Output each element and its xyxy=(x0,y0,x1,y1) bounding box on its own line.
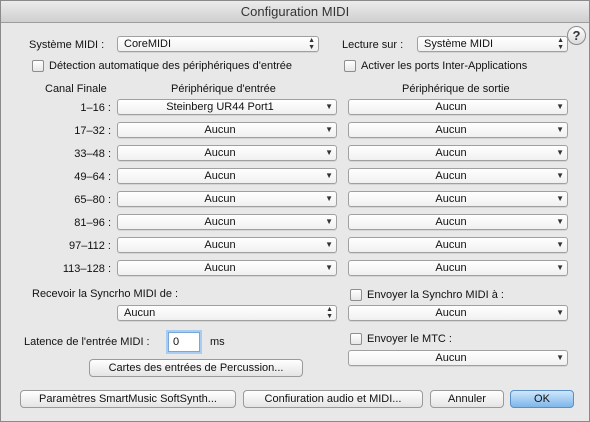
systeme-midi-popup[interactable]: CoreMIDI ▲ ▼ xyxy=(117,36,319,52)
sortie-value: Aucun xyxy=(435,216,467,228)
help-button[interactable]: ? xyxy=(567,26,586,45)
envoyer-sync-popup[interactable]: Aucun ▼ xyxy=(348,305,568,321)
audio-midi-config-button[interactable]: Confiuration audio et MIDI... xyxy=(243,390,423,408)
sortie-popup[interactable]: Aucun ▼ xyxy=(348,214,568,230)
chevron-down-icon: ▼ xyxy=(556,240,564,249)
envoyer-mtc-popup[interactable]: Aucun ▼ xyxy=(348,350,568,366)
entree-value: Aucun xyxy=(204,262,236,274)
chevron-down-icon: ▼ xyxy=(556,263,564,272)
lecture-sur-label: Lecture sur : xyxy=(342,39,404,51)
smartmusic-settings-button[interactable]: Paramètres SmartMusic SoftSynth... xyxy=(20,390,236,408)
lecture-sur-value: Système MIDI xyxy=(424,38,494,50)
chevron-down-icon: ▼ xyxy=(325,125,333,134)
canal-label: 65–80 : xyxy=(74,194,111,206)
entree-popup[interactable]: Aucun ▼ xyxy=(117,260,337,276)
canal-label: 33–48 : xyxy=(74,148,111,160)
canal-label: 97–112 : xyxy=(68,240,111,252)
inter-apps-label: Activer les ports Inter-Applications xyxy=(361,60,528,72)
sortie-value: Aucun xyxy=(435,262,467,274)
percussion-maps-button[interactable]: Cartes des entrées de Percussion... xyxy=(89,359,303,377)
entree-value: Aucun xyxy=(204,216,236,228)
sortie-popup[interactable]: Aucun ▼ xyxy=(348,237,568,253)
systeme-midi-value: CoreMIDI xyxy=(124,38,172,50)
latence-input[interactable]: 0 xyxy=(168,332,200,352)
entree-value: Aucun xyxy=(204,147,236,159)
canal-label: 17–32 : xyxy=(74,125,111,137)
sortie-value: Aucun xyxy=(435,101,467,113)
entree-value: Aucun xyxy=(204,124,236,136)
chevron-down-icon: ▼ xyxy=(325,263,333,272)
recevoir-sync-label: Recevoir la Syncrho MIDI de : xyxy=(32,288,179,300)
entree-popup[interactable]: Aucun ▼ xyxy=(117,168,337,184)
chevron-down-icon: ▼ xyxy=(556,102,564,111)
chevron-down-icon: ▼ xyxy=(325,217,333,226)
chevron-down-icon: ▼ xyxy=(556,217,564,226)
detection-auto-label: Détection automatique des périphériques … xyxy=(49,60,293,72)
sortie-value: Aucun xyxy=(435,193,467,205)
window-title: Configuration MIDI xyxy=(1,1,589,23)
canal-label: 1–16 : xyxy=(80,102,111,114)
sortie-popup[interactable]: Aucun ▼ xyxy=(348,122,568,138)
canal-label: 49–64 : xyxy=(74,171,111,183)
entree-popup[interactable]: Steinberg UR44 Port1 ▼ xyxy=(117,99,337,115)
chevron-down-icon: ▼ xyxy=(556,148,564,157)
chevron-down-icon: ▼ xyxy=(556,171,564,180)
sortie-value: Aucun xyxy=(435,124,467,136)
lecture-sur-popup[interactable]: Système MIDI ▲ ▼ xyxy=(417,36,568,52)
chevron-down-icon: ▼ xyxy=(325,240,333,249)
latence-unit: ms xyxy=(210,336,225,348)
ok-button[interactable]: OK xyxy=(510,390,574,408)
chevron-down-icon: ▼ xyxy=(556,194,564,203)
entree-popup[interactable]: Aucun ▼ xyxy=(117,145,337,161)
entree-value: Aucun xyxy=(204,193,236,205)
detection-auto-checkbox[interactable] xyxy=(32,60,44,72)
recevoir-sync-popup[interactable]: Aucun ▲ ▼ xyxy=(117,305,337,321)
chevron-down-icon: ▼ xyxy=(556,308,564,317)
entree-popup[interactable]: Aucun ▼ xyxy=(117,237,337,253)
chevron-down-icon: ▼ xyxy=(325,171,333,180)
chevron-down-icon: ▼ xyxy=(325,148,333,157)
sortie-popup[interactable]: Aucun ▼ xyxy=(348,260,568,276)
entree-value: Steinberg UR44 Port1 xyxy=(166,101,274,113)
updown-arrows-icon: ▲ ▼ xyxy=(308,37,315,51)
cancel-button[interactable]: Annuler xyxy=(430,390,504,408)
entree-value: Aucun xyxy=(204,170,236,182)
envoyer-mtc-label: Envoyer le MTC : xyxy=(367,333,452,345)
envoyer-sync-checkbox[interactable] xyxy=(350,289,362,301)
sortie-popup[interactable]: Aucun ▼ xyxy=(348,191,568,207)
updown-arrows-icon: ▲ ▼ xyxy=(326,306,333,320)
entree-value: Aucun xyxy=(204,239,236,251)
midi-config-dialog: Configuration MIDI ? Système MIDI : Core… xyxy=(0,0,590,422)
entree-popup[interactable]: Aucun ▼ xyxy=(117,214,337,230)
envoyer-sync-label: Envoyer la Synchro MIDI à : xyxy=(367,289,504,301)
sortie-popup[interactable]: Aucun ▼ xyxy=(348,99,568,115)
header-canal: Canal Finale xyxy=(45,83,107,95)
sortie-value: Aucun xyxy=(435,170,467,182)
header-entree: Périphérique d'entrée xyxy=(171,83,276,95)
envoyer-mtc-value: Aucun xyxy=(435,352,467,364)
inter-apps-checkbox[interactable] xyxy=(344,60,356,72)
updown-arrows-icon: ▲ ▼ xyxy=(557,37,564,51)
chevron-down-icon: ▼ xyxy=(325,194,333,203)
sortie-popup[interactable]: Aucun ▼ xyxy=(348,145,568,161)
entree-popup[interactable]: Aucun ▼ xyxy=(117,191,337,207)
canal-label: 81–96 : xyxy=(74,217,111,229)
chevron-down-icon: ▼ xyxy=(325,102,333,111)
envoyer-mtc-checkbox[interactable] xyxy=(350,333,362,345)
header-sortie: Périphérique de sortie xyxy=(402,83,510,95)
entree-popup[interactable]: Aucun ▼ xyxy=(117,122,337,138)
systeme-midi-label: Système MIDI : xyxy=(29,39,105,51)
latence-label: Latence de l'entrée MIDI : xyxy=(24,336,150,348)
sortie-value: Aucun xyxy=(435,239,467,251)
recevoir-sync-value: Aucun xyxy=(124,307,156,319)
canal-label: 113–128 : xyxy=(62,263,111,275)
sortie-value: Aucun xyxy=(435,147,467,159)
envoyer-sync-value: Aucun xyxy=(435,307,467,319)
sortie-popup[interactable]: Aucun ▼ xyxy=(348,168,568,184)
chevron-down-icon: ▼ xyxy=(556,353,564,362)
chevron-down-icon: ▼ xyxy=(556,125,564,134)
